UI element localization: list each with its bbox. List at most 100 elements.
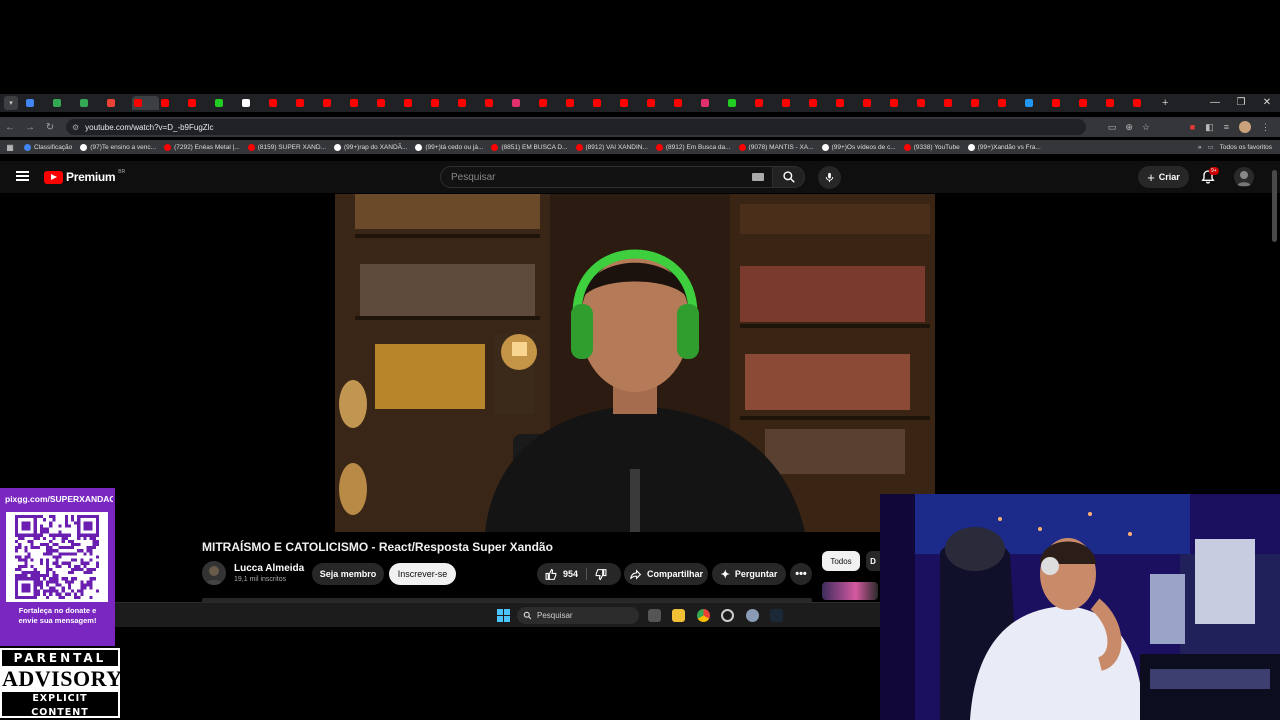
- bookmark-item[interactable]: (97)Te ensino a venc...: [76, 143, 160, 151]
- browser-tab[interactable]: [240, 96, 267, 110]
- account-avatar[interactable]: [1234, 167, 1254, 187]
- back-button[interactable]: ←: [0, 122, 20, 133]
- zoom-icon[interactable]: ⊕: [1125, 122, 1133, 133]
- browser-tab[interactable]: [429, 96, 456, 110]
- browser-tab[interactable]: [1131, 96, 1158, 110]
- tab-search-button[interactable]: ▾: [4, 96, 18, 110]
- chrome-icon[interactable]: [697, 609, 710, 622]
- bookmark-item[interactable]: (8159) SUPER XAND...: [244, 143, 330, 151]
- browser-tab[interactable]: [915, 96, 942, 110]
- chip-all[interactable]: Todos: [822, 551, 860, 571]
- browser-tab[interactable]: [483, 96, 510, 110]
- browser-tab[interactable]: [456, 96, 483, 110]
- browser-tab[interactable]: [969, 96, 996, 110]
- browser-tab[interactable]: [888, 96, 915, 110]
- browser-tab[interactable]: [726, 96, 753, 110]
- bookmark-item[interactable]: (99+)rap do XANDÃ...: [330, 143, 411, 151]
- recommended-thumbnail[interactable]: [822, 582, 878, 600]
- bookmark-item[interactable]: (8912) VAI XANDIN...: [572, 143, 652, 151]
- browser-tab[interactable]: [942, 96, 969, 110]
- install-app-icon[interactable]: ▭: [1108, 122, 1117, 133]
- all-bookmarks-link[interactable]: Todos os favoritos: [1220, 144, 1272, 151]
- browser-tab[interactable]: [834, 96, 861, 110]
- browser-tab[interactable]: [348, 96, 375, 110]
- menu-icon[interactable]: [16, 171, 29, 181]
- browser-tab[interactable]: [1077, 96, 1104, 110]
- browser-tab[interactable]: [159, 96, 186, 110]
- bookmark-item[interactable]: (9078) MANTIS - XA...: [735, 143, 818, 151]
- bookmark-item[interactable]: (7292) Enéas Metal |...: [160, 143, 244, 151]
- site-info-icon[interactable]: ⚙: [72, 123, 79, 132]
- like-button[interactable]: 954: [545, 568, 578, 581]
- browser-menu-icon[interactable]: ⋮: [1261, 122, 1270, 133]
- browser-tab[interactable]: [591, 96, 618, 110]
- browser-tab[interactable]: [537, 96, 564, 110]
- browser-tab[interactable]: [78, 96, 105, 110]
- browser-tab[interactable]: [564, 96, 591, 110]
- browser-tab[interactable]: [996, 96, 1023, 110]
- browser-tab[interactable]: [213, 96, 240, 110]
- file-explorer-icon[interactable]: [672, 609, 685, 622]
- browser-tab[interactable]: [1104, 96, 1131, 110]
- windows-start-icon[interactable]: [497, 609, 510, 622]
- bookmark-item[interactable]: (99+)Os vídeos de c...: [818, 143, 900, 151]
- steam-icon[interactable]: [770, 609, 783, 622]
- share-button[interactable]: Compartilhar: [624, 563, 708, 585]
- bookmark-item[interactable]: Classificação: [20, 143, 76, 151]
- reload-button[interactable]: ↻: [40, 122, 60, 133]
- bookmark-item[interactable]: (9338) YouTube: [900, 143, 964, 151]
- browser-tab[interactable]: [1050, 96, 1077, 110]
- thumbs-down-icon[interactable]: [594, 568, 607, 581]
- join-button[interactable]: Seja membro: [312, 563, 384, 585]
- update-icon[interactable]: [721, 609, 734, 622]
- more-actions-button[interactable]: •••: [790, 563, 812, 585]
- bookmark-star-icon[interactable]: ☆: [1142, 122, 1150, 133]
- extensions-icon[interactable]: ◧: [1205, 122, 1214, 133]
- chip-next[interactable]: D: [866, 551, 880, 571]
- maximize-button[interactable]: ❐: [1228, 94, 1254, 112]
- browser-tab[interactable]: [807, 96, 834, 110]
- bookmarks-more-icon[interactable]: »: [1198, 144, 1202, 151]
- browser-tab[interactable]: [321, 96, 348, 110]
- browser-tab[interactable]: [105, 96, 132, 110]
- voice-search-button[interactable]: [818, 166, 841, 189]
- new-tab-button[interactable]: +: [1162, 97, 1168, 109]
- bookmark-item[interactable]: (99+)tá cedo ou já...: [411, 143, 487, 151]
- browser-tab[interactable]: [672, 96, 699, 110]
- create-button[interactable]: + Criar: [1138, 166, 1189, 188]
- page-scrollbar[interactable]: [1272, 170, 1277, 242]
- video-player[interactable]: [335, 194, 935, 532]
- close-window-button[interactable]: ✕: [1254, 94, 1280, 112]
- media-controls-icon[interactable]: ≡: [1224, 122, 1229, 132]
- channel-name[interactable]: Lucca Almeida: [234, 563, 304, 574]
- browser-tab[interactable]: [861, 96, 888, 110]
- browser-tab[interactable]: [375, 96, 402, 110]
- browser-tab[interactable]: [645, 96, 672, 110]
- browser-tab[interactable]: [24, 96, 51, 110]
- browser-tab[interactable]: [1023, 96, 1050, 110]
- search-input[interactable]: [451, 171, 731, 183]
- bookmark-item[interactable]: (8912) Em Busca da...: [652, 143, 735, 151]
- keyboard-icon[interactable]: [752, 173, 764, 181]
- browser-tab[interactable]: [780, 96, 807, 110]
- channel-avatar[interactable]: [202, 561, 226, 585]
- youtube-logo[interactable]: Premium BR: [44, 169, 125, 184]
- browser-tab[interactable]: [402, 96, 429, 110]
- settings-icon[interactable]: [746, 609, 759, 622]
- browser-tab[interactable]: [132, 96, 159, 110]
- bookmark-item[interactable]: (99+)Xandão vs Fra...: [964, 143, 1045, 151]
- browser-tab[interactable]: [618, 96, 645, 110]
- browser-tab[interactable]: [510, 96, 537, 110]
- browser-tab[interactable]: [294, 96, 321, 110]
- ask-button[interactable]: ✦ Perguntar: [712, 563, 786, 585]
- task-view-icon[interactable]: [648, 609, 661, 622]
- browser-tab[interactable]: [186, 96, 213, 110]
- search-button[interactable]: [773, 166, 805, 188]
- extension-red-icon[interactable]: ■: [1190, 122, 1195, 132]
- subscribe-button[interactable]: Inscrever-se: [389, 563, 456, 585]
- minimize-button[interactable]: —: [1202, 94, 1228, 112]
- apps-grid-icon[interactable]: ▦: [0, 143, 20, 152]
- browser-tab[interactable]: [753, 96, 780, 110]
- browser-tab[interactable]: [51, 96, 78, 110]
- browser-tab[interactable]: [699, 96, 726, 110]
